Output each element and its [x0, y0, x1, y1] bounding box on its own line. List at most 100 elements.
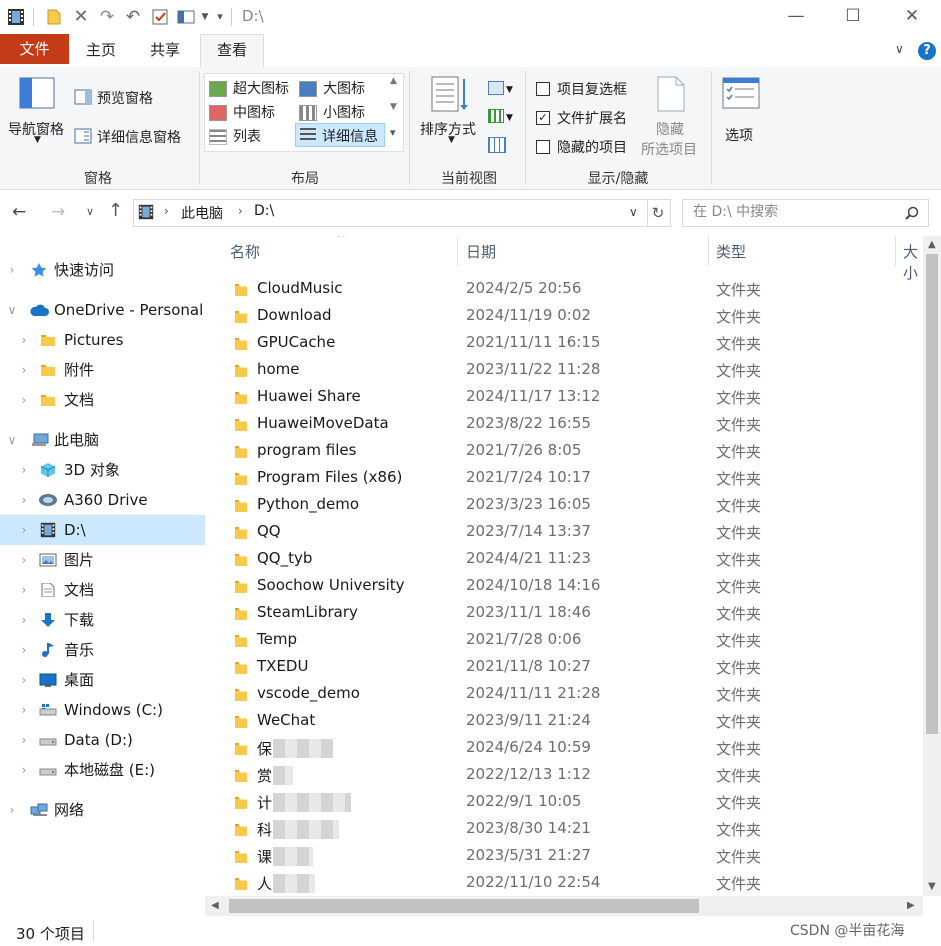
chevron-right-icon[interactable]: ›: [18, 575, 30, 605]
layout-option-medium[interactable]: 中图标: [209, 102, 275, 122]
table-row[interactable]: Soochow University 2024/10/18 14:16 文件夹: [205, 573, 923, 600]
up-icon[interactable]: ↑: [108, 200, 123, 221]
sidebar-item-data-d[interactable]: › Data (D:): [0, 725, 205, 755]
layout-option-small[interactable]: 小图标: [299, 102, 365, 122]
sidebar-item-music[interactable]: › 音乐: [0, 635, 205, 665]
chevron-right-icon[interactable]: ›: [18, 695, 30, 725]
breadcrumb-this-pc[interactable]: 此电脑: [181, 203, 223, 223]
add-columns-button[interactable]: ▼: [488, 106, 518, 126]
chevron-right-icon[interactable]: ›: [18, 515, 30, 545]
breadcrumb-drive[interactable]: D:\: [254, 203, 274, 219]
minimize-icon[interactable]: —: [767, 0, 825, 34]
column-separator[interactable]: [895, 236, 896, 266]
preview-pane-button[interactable]: 预览窗格: [74, 87, 194, 109]
collapse-ribbon-icon[interactable]: ∨: [895, 42, 904, 56]
sidebar-item-desktop[interactable]: › 桌面: [0, 665, 205, 695]
chevron-right-icon[interactable]: ›: [18, 485, 30, 515]
table-row[interactable]: 人 2022/11/10 22:54 文件夹: [205, 870, 923, 896]
chevron-right-icon[interactable]: ›: [18, 725, 30, 755]
chevron-right-icon[interactable]: ›: [18, 665, 30, 695]
sidebar-item-pictures[interactable]: › Pictures: [0, 325, 205, 355]
layout-option-list[interactable]: 列表: [209, 126, 261, 146]
sidebar-item-documents[interactable]: › 文档: [0, 575, 205, 605]
scroll-right-icon[interactable]: ▶: [907, 900, 915, 911]
horizontal-scrollbar[interactable]: ◀ ▶: [205, 896, 923, 916]
table-row[interactable]: 计 2022/9/1 10:05 文件夹: [205, 789, 923, 816]
vertical-scrollbar[interactable]: ▲ ▼: [923, 236, 941, 896]
expand-gallery-icon[interactable]: ▾: [390, 126, 396, 139]
table-row[interactable]: QQ 2023/7/14 13:37 文件夹: [205, 519, 923, 546]
tab-file[interactable]: 文件: [0, 34, 69, 64]
undo-icon[interactable]: ↶: [123, 7, 143, 27]
close-icon[interactable]: ✕: [883, 0, 941, 34]
redo-icon[interactable]: ↷: [97, 7, 117, 27]
tab-view[interactable]: 查看: [200, 34, 264, 68]
column-header-type[interactable]: 类型: [716, 241, 746, 262]
table-row[interactable]: home 2023/11/22 11:28 文件夹: [205, 357, 923, 384]
search-input[interactable]: [691, 203, 900, 221]
sidebar-item-windows-c[interactable]: › Windows (C:): [0, 695, 205, 725]
sidebar-item-onedrive[interactable]: ∨ OneDrive - Personal: [0, 295, 205, 325]
properties-icon[interactable]: [44, 7, 64, 27]
table-row[interactable]: Program Files (x86) 2021/7/24 10:17 文件夹: [205, 465, 923, 492]
sidebar-item-local-e[interactable]: › 本地磁盘 (E:): [0, 755, 205, 785]
table-row[interactable]: 赏 2022/12/13 1:12 文件夹: [205, 762, 923, 789]
scroll-left-icon[interactable]: ◀: [211, 900, 219, 911]
chevron-down-icon[interactable]: ∨: [6, 295, 18, 325]
sidebar-item-a360-drive[interactable]: › A360 Drive: [0, 485, 205, 515]
table-row[interactable]: program files 2021/7/26 8:05 文件夹: [205, 438, 923, 465]
options-button[interactable]: 选项: [716, 73, 766, 159]
scroll-down-icon[interactable]: ▼: [928, 881, 936, 892]
chevron-right-icon[interactable]: ›: [164, 204, 169, 218]
table-row[interactable]: 保 2024/6/24 10:59 文件夹: [205, 735, 923, 762]
sidebar-item-3d-objects[interactable]: › 3D 对象: [0, 455, 205, 485]
sidebar-item-network[interactable]: › 网络: [0, 795, 205, 825]
sidebar-item-this-pc[interactable]: ∨ 此电脑: [0, 425, 205, 455]
chevron-down-icon[interactable]: ∨: [629, 205, 638, 219]
chevron-right-icon[interactable]: ›: [18, 385, 30, 415]
scroll-up-icon[interactable]: ▲: [928, 239, 936, 250]
chevron-right-icon[interactable]: ›: [238, 204, 243, 218]
column-separator[interactable]: [457, 236, 458, 266]
file-extensions-checkbox[interactable]: ✓: [536, 111, 550, 125]
vertical-scroll-thumb[interactable]: [926, 254, 938, 734]
sort-by-button[interactable]: 排序方式 ▼: [416, 73, 486, 159]
tab-share[interactable]: 共享: [137, 35, 193, 66]
chevron-down-icon[interactable]: ∨: [6, 425, 18, 455]
table-row[interactable]: vscode_demo 2024/11/11 21:28 文件夹: [205, 681, 923, 708]
chevron-right-icon[interactable]: ›: [18, 325, 30, 355]
sidebar-item-downloads[interactable]: › 下载: [0, 605, 205, 635]
chevron-right-icon[interactable]: ›: [6, 795, 18, 825]
chevron-right-icon[interactable]: ›: [18, 355, 30, 385]
table-row[interactable]: 课 2023/5/31 21:27 文件夹: [205, 843, 923, 870]
layout-option-details[interactable]: 详细信息: [295, 123, 385, 147]
sidebar-item-pictures-library[interactable]: › 图片: [0, 545, 205, 575]
sidebar-item-attachments[interactable]: › 附件: [0, 355, 205, 385]
help-icon[interactable]: ?: [918, 42, 936, 60]
hidden-items-toggle[interactable]: 隐藏的项目: [534, 137, 644, 157]
column-header-name[interactable]: 名称: [230, 241, 260, 262]
chevron-down-icon[interactable]: ▼: [390, 102, 397, 112]
table-row[interactable]: 科 2023/8/30 14:21 文件夹: [205, 816, 923, 843]
tab-home[interactable]: 主页: [73, 35, 129, 66]
refresh-icon[interactable]: ↻: [646, 199, 671, 227]
table-row[interactable]: WeChat 2023/9/11 21:24 文件夹: [205, 708, 923, 735]
search-box[interactable]: [682, 199, 929, 227]
maximize-icon[interactable]: ☐: [824, 0, 882, 34]
horizontal-scroll-thumb[interactable]: [229, 899, 699, 913]
layout-option-extra-large[interactable]: 超大图标: [209, 78, 289, 98]
customize-qa-icon[interactable]: ▾: [210, 7, 230, 27]
forward-icon[interactable]: →: [51, 202, 65, 222]
table-row[interactable]: HuaweiMoveData 2023/8/22 16:55 文件夹: [205, 411, 923, 438]
back-icon[interactable]: ←: [12, 202, 26, 222]
chevron-right-icon[interactable]: ›: [18, 755, 30, 785]
address-bar[interactable]: › 此电脑 › D:\ ∨: [133, 199, 648, 227]
table-row[interactable]: QQ_tyb 2024/4/21 11:23 文件夹: [205, 546, 923, 573]
table-row[interactable]: TXEDU 2021/11/8 10:27 文件夹: [205, 654, 923, 681]
item-checkboxes-checkbox[interactable]: [536, 82, 550, 96]
hide-selected-button[interactable]: 隐藏 所选项目: [640, 73, 704, 159]
nav-pane-button[interactable]: 导航窗格 ▼: [6, 73, 68, 159]
column-separator[interactable]: [708, 236, 709, 266]
chevron-right-icon[interactable]: ›: [18, 455, 30, 485]
chevron-right-icon[interactable]: ›: [18, 635, 30, 665]
